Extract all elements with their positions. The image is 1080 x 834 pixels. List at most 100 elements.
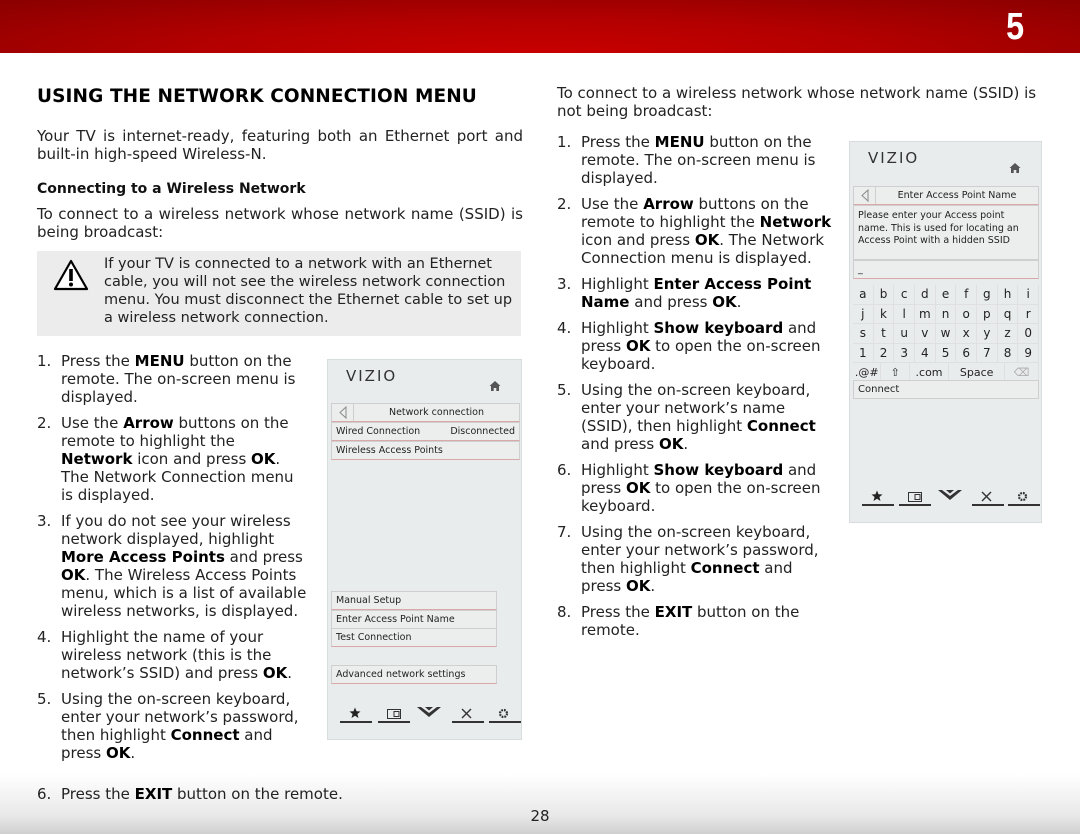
keyboard-key[interactable]: s — [853, 324, 874, 344]
step-number: 8. — [557, 603, 572, 621]
nav-favorites[interactable] — [862, 488, 894, 510]
keyboard-key[interactable]: g — [977, 285, 998, 305]
step-text: . — [683, 435, 689, 453]
menu-item-wireless-access-points[interactable]: Wireless Access Points — [331, 441, 520, 460]
keyboard-key[interactable]: 3 — [894, 343, 916, 363]
note-box: If your TV is connected to a network wit… — [37, 251, 521, 336]
keyboard-key[interactable]: o — [956, 304, 978, 324]
step-text: . — [650, 577, 656, 595]
step-number: 2. — [37, 414, 52, 432]
connect-label: Connect — [858, 384, 900, 395]
keyboard-key[interactable]: b — [873, 285, 895, 305]
step-text: and press — [629, 293, 713, 311]
keyboard-key[interactable]: 6 — [956, 343, 978, 363]
chapter-number: 5 — [1006, 6, 1024, 48]
keyboard-key[interactable]: p — [977, 304, 998, 324]
keyboard-key[interactable]: u — [894, 324, 916, 344]
menu-item-advanced-network-settings[interactable]: Advanced network settings — [331, 665, 497, 684]
keyboard-key[interactable]: q — [997, 304, 1019, 324]
step-text: Highlight the name of your wireless netw… — [61, 628, 272, 682]
menu-item-wired-connection[interactable]: Wired Connection Disconnected — [331, 422, 520, 441]
keyboard-key[interactable]: f — [956, 285, 978, 305]
left-steps-list: 1. Press the MENU button on the remote. T… — [37, 352, 307, 770]
keyboard-key[interactable]: h — [997, 285, 1019, 305]
menu-title: Enter Access Point Name — [897, 190, 1017, 201]
step-text: Use the — [61, 414, 124, 432]
keyboard-key[interactable]: 9 — [1018, 343, 1040, 363]
intro-paragraph: Your TV is internet-ready, featuring bot… — [37, 127, 523, 163]
wired-status-value: Disconnected — [450, 426, 515, 437]
keyboard-key[interactable]: w — [935, 324, 957, 344]
nav-favorites[interactable] — [340, 705, 372, 727]
nav-widgets[interactable] — [378, 705, 410, 727]
left-column: USING THE NETWORK CONNECTION MENU Your T… — [37, 84, 523, 241]
keyboard-key[interactable]: v — [915, 324, 936, 344]
menu-item-label: Advanced network settings — [336, 669, 466, 680]
nav-widgets[interactable] — [899, 488, 931, 510]
close-icon — [461, 708, 472, 719]
menu-item-test-connection[interactable]: Test Connection — [331, 628, 497, 647]
keyboard-key[interactable]: 0 — [1018, 324, 1040, 344]
menu-item-enter-access-point-name[interactable]: Enter Access Point Name — [331, 610, 497, 629]
keyboard-key[interactable]: j — [853, 304, 874, 324]
step-item: 2. Use the Arrow buttons on the remote to… — [557, 195, 832, 267]
nav-close[interactable] — [972, 488, 1004, 510]
back-button[interactable] — [854, 187, 876, 204]
back-button[interactable] — [332, 404, 354, 421]
keyboard-row: stuvwxyz0 — [853, 324, 1040, 344]
keyboard-key[interactable]: i — [1018, 285, 1040, 305]
keyboard-key[interactable]: 5 — [935, 343, 957, 363]
right-column: To connect to a wireless network whose n… — [557, 84, 1047, 120]
step-number: 1. — [557, 133, 572, 151]
nav-settings[interactable] — [489, 705, 521, 727]
menu-item-manual-setup[interactable]: Manual Setup — [331, 591, 497, 610]
emphasized-term: OK — [626, 577, 651, 595]
connect-button[interactable]: Connect — [853, 380, 1039, 399]
emphasized-term: Connect — [170, 726, 240, 744]
keyboard-key[interactable]: c — [894, 285, 916, 305]
keyboard-key[interactable]: 1 — [853, 343, 874, 363]
step-text: Highlight — [581, 461, 654, 479]
step-text: icon and press — [132, 450, 252, 468]
keyboard-key[interactable]: 2 — [873, 343, 895, 363]
home-icon[interactable] — [1009, 162, 1021, 174]
gear-icon — [498, 708, 509, 719]
keyboard-key[interactable]: n — [935, 304, 957, 324]
menu-item-label: Enter Access Point Name — [336, 614, 455, 625]
step-text: and press — [581, 435, 659, 453]
keyboard-key[interactable]: z — [997, 324, 1019, 344]
keyboard-key[interactable]: 7 — [977, 343, 998, 363]
instructions-box: Please enter your Access point name. Thi… — [853, 205, 1039, 260]
emphasized-term: OK — [61, 566, 86, 584]
nav-settings[interactable] — [1008, 488, 1040, 510]
keyboard-key[interactable]: x — [956, 324, 978, 344]
keyboard-key[interactable]: e — [935, 285, 957, 305]
step-item: 8. Press the EXIT button on the remote. — [557, 603, 832, 639]
keyboard-key[interactable]: t — [873, 324, 895, 344]
nav-vizio[interactable] — [936, 488, 968, 510]
keyboard-key[interactable]: 4 — [915, 343, 936, 363]
step-number: 4. — [557, 319, 572, 337]
nav-close[interactable] — [452, 705, 484, 727]
step-text: button on the remote. — [172, 785, 343, 803]
keyboard-key[interactable]: y — [977, 324, 998, 344]
keyboard-key[interactable]: d — [915, 285, 936, 305]
access-point-name-input[interactable]: _ — [853, 260, 1039, 279]
keyboard-key[interactable]: 8 — [997, 343, 1019, 363]
back-arrow-icon — [861, 188, 869, 203]
star-icon — [349, 707, 361, 718]
keyboard-key[interactable]: l — [894, 304, 916, 324]
keyboard-key[interactable]: m — [915, 304, 936, 324]
menu-title: Network connection — [388, 407, 485, 418]
step-number: 1. — [37, 352, 52, 370]
home-icon[interactable] — [489, 380, 501, 392]
keyboard-key[interactable]: a — [853, 285, 874, 305]
nav-vizio[interactable] — [415, 705, 447, 727]
step-number: 6. — [557, 461, 572, 479]
step-text: . — [130, 744, 136, 762]
keyboard-key[interactable]: r — [1018, 304, 1040, 324]
emphasized-term: OK — [658, 435, 684, 453]
note-text: If your TV is connected to a network wit… — [104, 256, 513, 326]
tv-nav-bar — [860, 488, 1040, 510]
keyboard-key[interactable]: k — [873, 304, 895, 324]
